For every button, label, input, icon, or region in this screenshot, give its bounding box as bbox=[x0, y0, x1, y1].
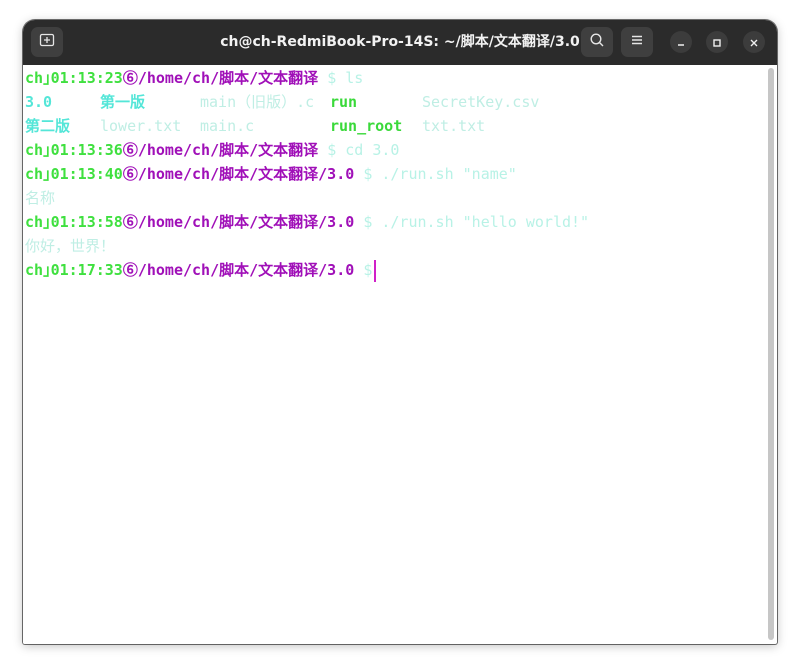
ls-entry: run_root bbox=[330, 117, 403, 135]
prompt-path: /home/ch/脚本/文本翻译/3.0 bbox=[137, 165, 355, 183]
ls-output-row: 第二版 lower.txt main.c run_root txt.txt bbox=[25, 114, 725, 138]
prompt-time: 01:13:40 bbox=[50, 165, 123, 183]
ls-entry: lower.txt bbox=[100, 117, 182, 135]
prompt-line: ch｣01:13:58⑥/home/ch/脚本/文本翻译/3.0 $ ./run… bbox=[25, 210, 589, 234]
prompt-path: /home/ch/脚本/文本翻译 bbox=[137, 69, 319, 87]
window-title: ch@ch-RedmiBook-Pro-14S: ~/脚本/文本翻译/3.0 bbox=[220, 34, 580, 50]
ls-entry: main.c bbox=[200, 117, 255, 135]
hamburger-menu-icon bbox=[629, 32, 645, 52]
prompt-line: ch｣01:13:36⑥/home/ch/脚本/文本翻译 $ cd 3.0 bbox=[25, 138, 399, 162]
prompt-separator: ⑥ bbox=[122, 261, 138, 279]
ls-entry: run bbox=[330, 93, 358, 111]
maximize-button[interactable] bbox=[706, 31, 728, 53]
prompt-separator: ⑥ bbox=[122, 213, 138, 231]
search-icon bbox=[589, 32, 605, 52]
prompt-command: $ bbox=[363, 261, 373, 279]
prompt-user: ch bbox=[25, 261, 44, 279]
prompt-separator: ｣ bbox=[43, 141, 51, 159]
prompt-time: 01:17:33 bbox=[50, 261, 123, 279]
ls-entry: 第一版 bbox=[100, 93, 146, 111]
new-tab-icon bbox=[39, 32, 55, 52]
search-button[interactable] bbox=[581, 27, 613, 57]
prompt-separator: ｣ bbox=[43, 213, 51, 231]
minimize-icon bbox=[676, 33, 686, 52]
close-button[interactable] bbox=[743, 31, 765, 53]
ls-entry: 第二版 bbox=[25, 117, 71, 135]
prompt-path: /home/ch/脚本/文本翻译/3.0 bbox=[137, 261, 355, 279]
ls-entry: txt.txt bbox=[422, 117, 486, 135]
prompt-separator: ｣ bbox=[43, 69, 51, 87]
prompt-separator: ⑥ bbox=[122, 165, 138, 183]
scrollbar[interactable] bbox=[768, 68, 774, 640]
prompt-path: /home/ch/脚本/文本翻译 bbox=[137, 141, 319, 159]
minimize-button[interactable] bbox=[670, 31, 692, 53]
prompt-user: ch bbox=[25, 141, 44, 159]
prompt-user: ch bbox=[25, 69, 44, 87]
terminal-output[interactable]: ch｣01:13:23⑥/home/ch/脚本/文本翻译 $ ls 3.0 第一… bbox=[23, 65, 763, 644]
prompt-path: /home/ch/脚本/文本翻译/3.0 bbox=[137, 213, 355, 231]
close-icon bbox=[749, 33, 759, 52]
prompt-separator: ｣ bbox=[43, 165, 51, 183]
prompt-time: 01:13:58 bbox=[50, 213, 123, 231]
ls-entry: 3.0 bbox=[25, 93, 53, 111]
prompt-command: $ ls bbox=[327, 69, 364, 87]
ls-output-row: 3.0 第一版 main（旧版）.c run SecretKey.csv bbox=[25, 90, 725, 114]
maximize-icon bbox=[712, 33, 722, 52]
prompt-user: ch bbox=[25, 213, 44, 231]
prompt-separator: ⑥ bbox=[122, 69, 138, 87]
prompt-user: ch bbox=[25, 165, 44, 183]
prompt-line: ch｣01:13:23⑥/home/ch/脚本/文本翻译 $ ls bbox=[25, 66, 363, 90]
prompt-separator: ⑥ bbox=[122, 141, 138, 159]
command-output: 名称 bbox=[25, 189, 56, 207]
ls-entry: main（旧版）.c bbox=[200, 93, 315, 111]
prompt-time: 01:13:36 bbox=[50, 141, 123, 159]
terminal-window: ch@ch-RedmiBook-Pro-14S: ~/脚本/文本翻译/3.0 c… bbox=[23, 20, 777, 644]
text-cursor bbox=[374, 259, 377, 282]
prompt-line: ch｣01:17:33⑥/home/ch/脚本/文本翻译/3.0 $ bbox=[25, 258, 377, 282]
prompt-separator: ｣ bbox=[43, 261, 51, 279]
prompt-command: $ cd 3.0 bbox=[327, 141, 400, 159]
prompt-time: 01:13:23 bbox=[50, 69, 123, 87]
command-output: 你好，世界！ bbox=[25, 237, 116, 255]
menu-button[interactable] bbox=[621, 27, 653, 57]
prompt-command: $ ./run.sh "name" bbox=[363, 165, 517, 183]
title-bar: ch@ch-RedmiBook-Pro-14S: ~/脚本/文本翻译/3.0 bbox=[23, 20, 777, 65]
prompt-line: ch｣01:13:40⑥/home/ch/脚本/文本翻译/3.0 $ ./run… bbox=[25, 162, 517, 186]
ls-entry: SecretKey.csv bbox=[422, 93, 540, 111]
prompt-command: $ ./run.sh "hello world!" bbox=[363, 213, 590, 231]
new-tab-button[interactable] bbox=[31, 27, 63, 57]
